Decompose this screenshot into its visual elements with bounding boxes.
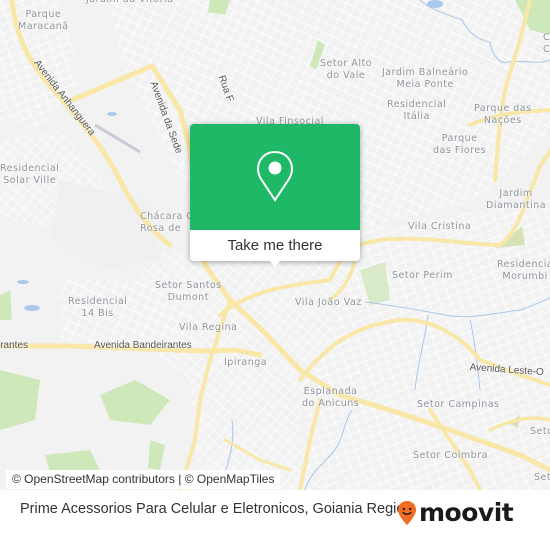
label-vila-regina: Vila Regina — [179, 322, 238, 333]
lake — [427, 0, 443, 8]
moovit-pin-icon — [398, 500, 416, 525]
label-vila-joao-vaz: Vila João Vaz — [295, 297, 362, 308]
label-setor-coimbra: Setor Coimbra — [413, 450, 488, 461]
moovit-logo[interactable]: moovit — [397, 498, 514, 527]
road-label-bandeirantes-left: irantes — [0, 340, 29, 351]
label-esplanada: Esplanada do Anicuns — [302, 386, 360, 409]
take-me-there-button[interactable]: Take me there — [190, 230, 360, 261]
popup-pointer — [268, 259, 282, 267]
label-setor-alto-do-vale: Setor Alto do Vale — [320, 58, 373, 81]
lake — [107, 112, 117, 116]
label-residencial-italia: Residencial Itália — [387, 99, 447, 122]
label-residencial-morumbi: Residencia Morumbi — [497, 259, 550, 282]
label-top-cut: Jardim da Vitória — [86, 0, 174, 6]
lake — [24, 305, 40, 311]
label-ipiranga: Ipiranga — [224, 357, 268, 368]
map-pin-icon — [256, 150, 294, 202]
label-residencial-14-bis: Residencial 14 Bis — [68, 296, 128, 319]
label-vila-cristina: Vila Cristina — [408, 221, 472, 232]
label-residencial-solar-ville: Residencial Solar Ville — [0, 163, 60, 186]
map-attribution[interactable]: © OpenStreetMap contributors | © OpenMap… — [6, 470, 281, 489]
park — [0, 290, 12, 320]
label-parque-maracana: Parque Maracanã — [18, 9, 69, 32]
label-setor-campinas: Setor Campinas — [417, 399, 500, 410]
label-parque-das-flores: Parque das Flores — [433, 133, 487, 156]
footer: Prime Acessorios Para Celular e Eletroni… — [0, 490, 550, 550]
road-label-bandeirantes: Avenida Bandeirantes — [94, 340, 192, 351]
popup-header — [190, 124, 360, 230]
location-popup[interactable]: Take me there — [190, 124, 360, 267]
label-top-right-cut: C C — [543, 32, 550, 55]
label-setor-east-1: Seto — [530, 426, 550, 437]
label-jardim-diamantina: Jardim Diamantina — [486, 188, 547, 211]
moovit-wordmark: moovit — [419, 498, 514, 527]
label-setor-east-2: Set — [534, 472, 550, 483]
label-parque-das-nacoes: Parque das Nações — [474, 103, 532, 126]
place-title: Prime Acessorios Para Celular e Eletroni… — [20, 501, 413, 517]
label-chacara-rosa: Chácara C Rosa de — [140, 211, 193, 234]
lake — [17, 280, 29, 284]
map[interactable]: Parque Maracanã Setor Alto do Vale Jardi… — [0, 0, 550, 490]
label-jardim-balneario: Jardim Balneário Meia Ponte — [382, 67, 469, 90]
label-setor-santos-dumont: Setor Santos Dumont — [155, 280, 222, 303]
label-setor-perim: Setor Perim — [392, 270, 453, 281]
